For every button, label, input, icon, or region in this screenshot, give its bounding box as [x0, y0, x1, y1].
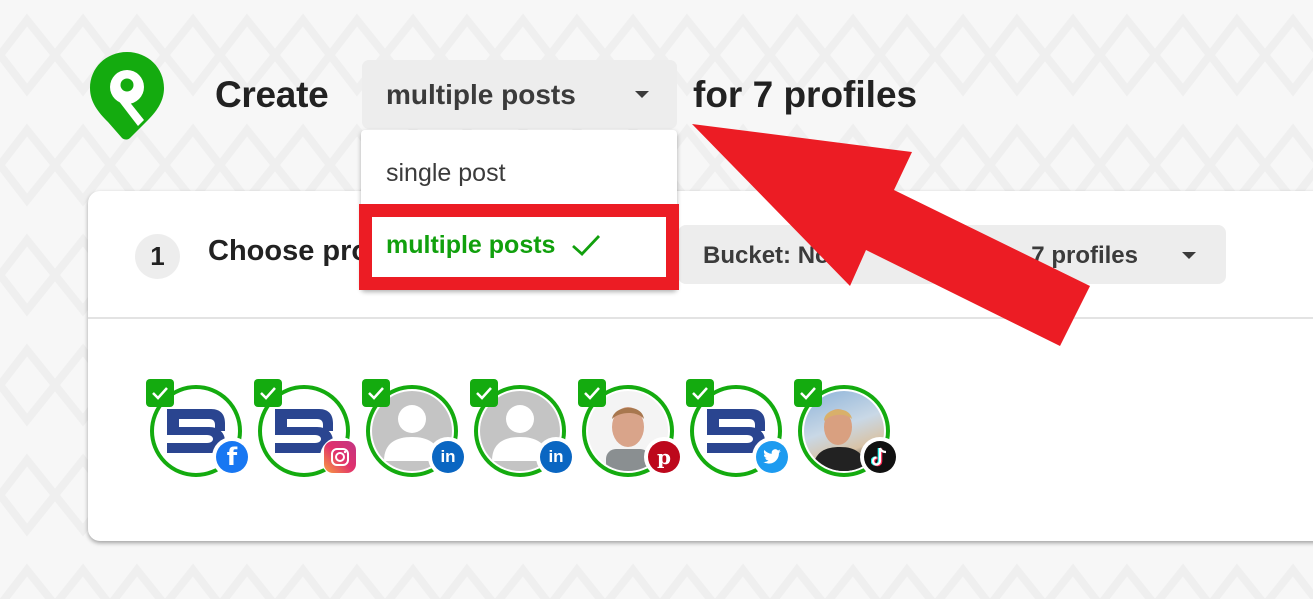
profile-avatar-facebook[interactable]: f	[146, 379, 252, 477]
chevron-down-icon	[635, 91, 649, 98]
menu-item-label: single post	[386, 158, 506, 187]
bucket-label: Bucket: None	[703, 242, 858, 269]
checkbox-checked-icon[interactable]	[578, 379, 606, 407]
menu-item-multiple-posts[interactable]: multiple posts	[361, 210, 677, 280]
pinterest-icon: p	[644, 437, 684, 477]
facebook-icon: f	[212, 437, 252, 477]
tiktok-icon	[860, 437, 900, 477]
post-type-selected: multiple posts	[386, 78, 576, 110]
create-title: Create	[215, 60, 329, 130]
profile-avatar-pinterest[interactable]: p	[578, 379, 684, 477]
profile-avatar-twitter[interactable]	[686, 379, 792, 477]
chevron-down-icon	[1182, 252, 1196, 259]
profile-list: f in in p	[146, 379, 900, 477]
create-label: Create	[215, 74, 329, 115]
menu-item-label: multiple posts	[386, 230, 556, 259]
checkbox-checked-icon[interactable]	[470, 379, 498, 407]
profile-avatar-instagram[interactable]	[254, 379, 360, 477]
checkbox-checked-icon[interactable]	[794, 379, 822, 407]
compose-card: 1 Choose profiles Bucket: None 7 profile…	[88, 191, 1313, 541]
menu-item-single-post[interactable]: single post	[361, 138, 677, 208]
linkedin-icon: in	[428, 437, 468, 477]
instagram-icon	[320, 437, 360, 477]
step-header: 1 Choose profiles Bucket: None 7 profile…	[88, 191, 1313, 319]
pin-logo-icon	[90, 52, 164, 140]
profile-avatar-linkedin[interactable]: in	[362, 379, 468, 477]
post-type-menu: single post multiple posts	[361, 130, 677, 290]
checkbox-checked-icon[interactable]	[686, 379, 714, 407]
linkedin-icon: in	[536, 437, 576, 477]
profiles-count-title: for 7 profiles	[693, 74, 918, 115]
checkbox-checked-icon[interactable]	[146, 379, 174, 407]
bucket-profiles-select[interactable]: Bucket: None 7 profiles	[678, 225, 1226, 284]
twitter-icon	[752, 437, 792, 477]
checkmark-icon	[571, 233, 601, 257]
profiles-count-label: 7 profiles	[1031, 242, 1138, 269]
post-type-select[interactable]: multiple posts	[362, 60, 677, 129]
profile-avatar-linkedin[interactable]: in	[470, 379, 576, 477]
checkbox-checked-icon[interactable]	[362, 379, 390, 407]
step-number-badge: 1	[135, 234, 180, 279]
checkbox-checked-icon[interactable]	[254, 379, 282, 407]
profile-avatar-tiktok[interactable]	[794, 379, 900, 477]
